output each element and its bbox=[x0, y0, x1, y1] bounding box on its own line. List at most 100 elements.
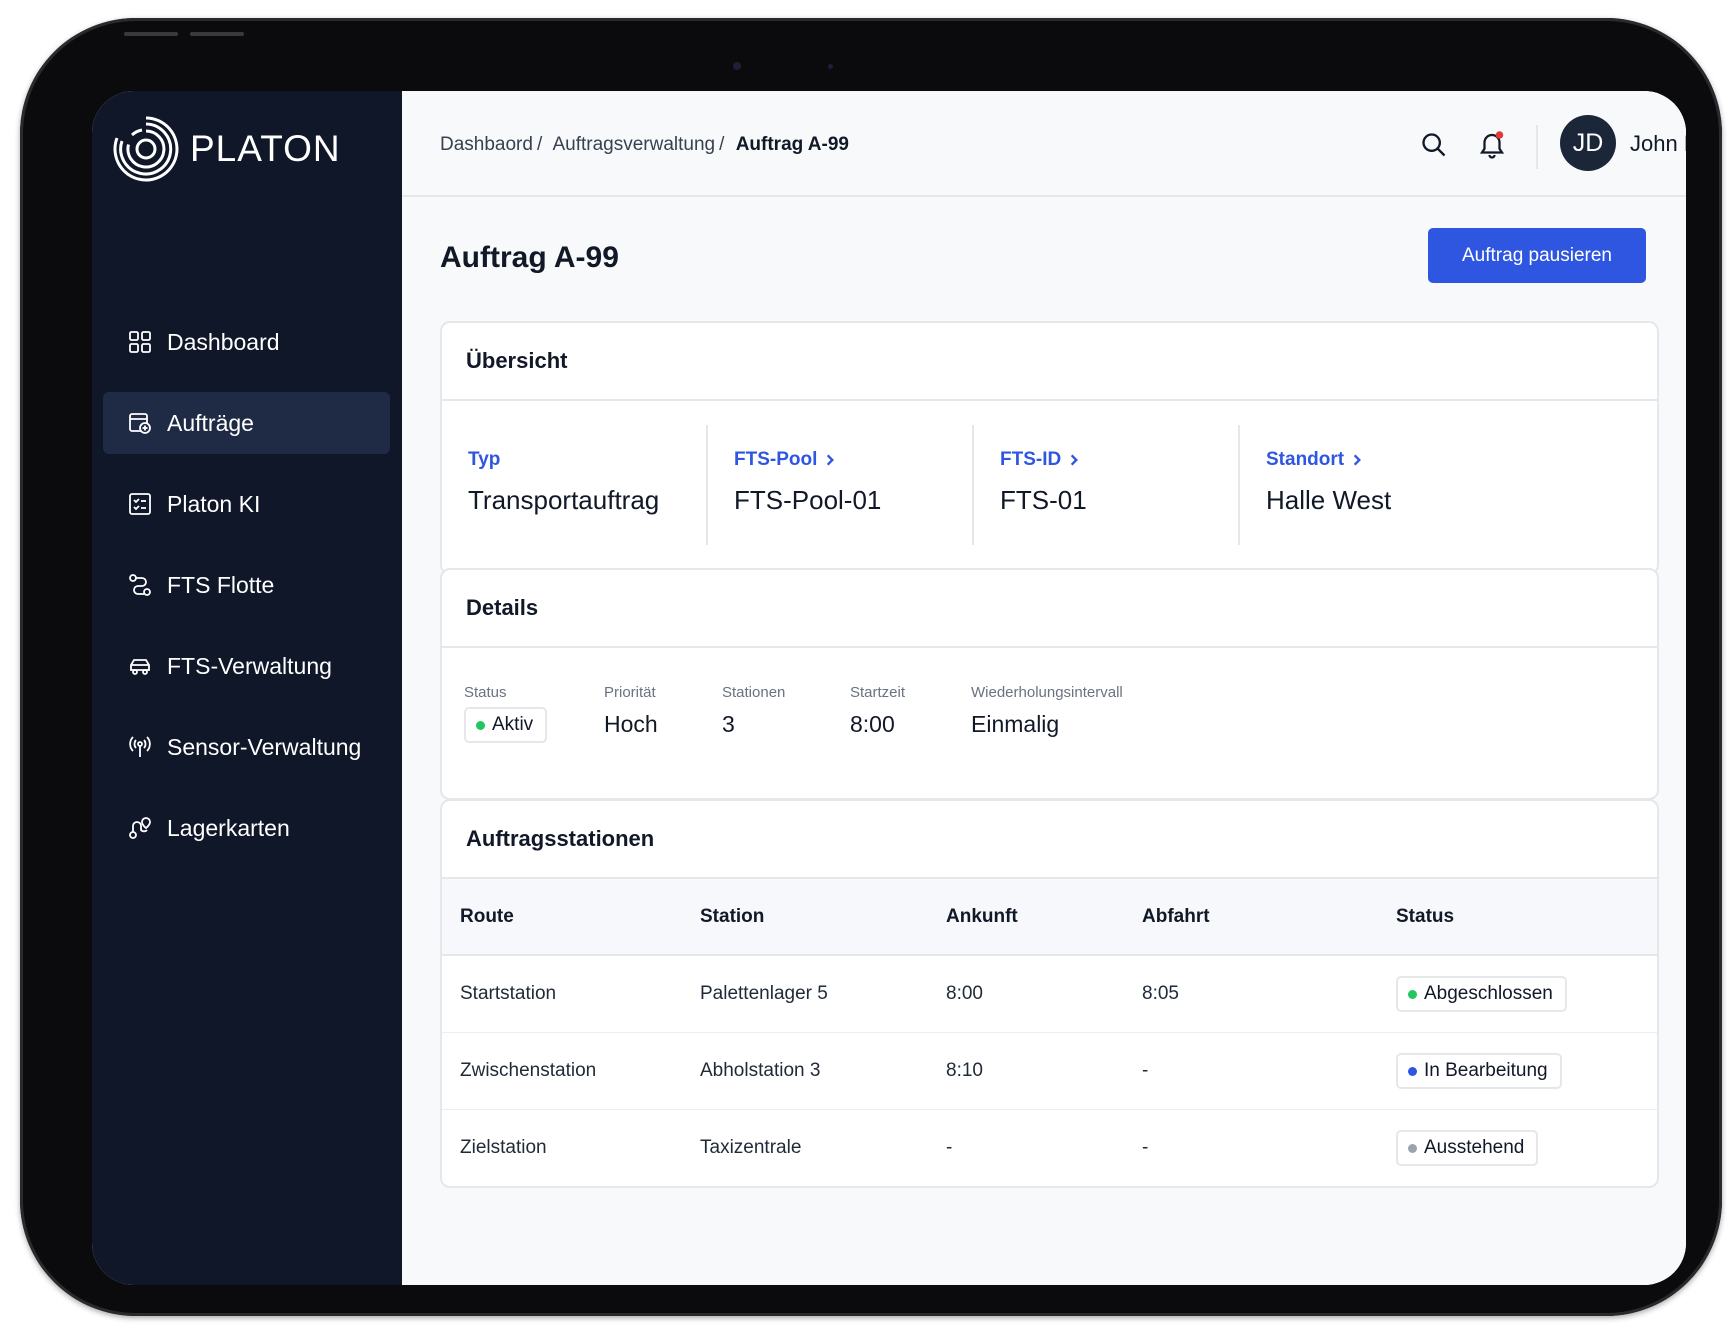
cell-station: Taxizentrale bbox=[700, 1137, 802, 1158]
sidebar-item-label: Dashboard bbox=[167, 328, 280, 355]
cell-station: Abholstation 3 bbox=[700, 1060, 821, 1081]
logo[interactable]: PLATON bbox=[112, 115, 341, 183]
sidebar-item-sensor-verwaltung[interactable]: Sensor-Verwaltung bbox=[103, 716, 390, 778]
sidebar: PLATON Dashboard Aufträge Platon KI FTS … bbox=[92, 91, 402, 1285]
sidebar-item-auftraege[interactable]: Aufträge bbox=[103, 392, 390, 454]
column-header[interactable]: Ankunft bbox=[946, 879, 1142, 955]
field-value: Halle West bbox=[1266, 485, 1392, 515]
camera-icon bbox=[733, 62, 741, 70]
card-title: Auftragsstationen bbox=[442, 801, 1657, 879]
breadcrumb: Dashbaord / Auftragsverwaltung / Auftrag A… bbox=[440, 134, 849, 156]
status-dot bbox=[476, 720, 485, 730]
cell-status: Abgeschlossen bbox=[1396, 955, 1657, 1033]
grid-icon bbox=[127, 329, 153, 355]
notifications-button[interactable] bbox=[1476, 129, 1508, 161]
route-icon bbox=[127, 572, 153, 598]
detail-label: Startzeit bbox=[850, 684, 906, 701]
cell-arrival: 8:10 bbox=[946, 1060, 983, 1081]
detail-label: Wiederholungsintervall bbox=[971, 684, 1123, 701]
search-button[interactable] bbox=[1418, 129, 1450, 161]
breadcrumb-separator: / bbox=[536, 134, 543, 155]
column-header[interactable]: Route bbox=[442, 879, 700, 955]
cell-departure: 8:05 bbox=[1142, 983, 1179, 1004]
chevron-right-icon bbox=[1353, 454, 1362, 466]
device-button bbox=[124, 32, 178, 36]
detail-label: Stationen bbox=[722, 684, 786, 701]
checklist-icon bbox=[127, 491, 153, 517]
sidebar-item-label: FTS Flotte bbox=[167, 571, 275, 598]
table-header-row: Route Station Ankunft Abfahrt Status bbox=[442, 879, 1657, 955]
cell-arrival: 8:00 bbox=[946, 983, 983, 1004]
status-dot bbox=[1408, 1066, 1417, 1076]
detail-value: Einmalig bbox=[971, 711, 1060, 737]
cell-route: Startstation bbox=[460, 983, 557, 1004]
card-title: Übersicht bbox=[442, 323, 1657, 401]
field-value: FTS-Pool-01 bbox=[734, 485, 882, 515]
search-icon bbox=[1422, 133, 1446, 157]
overview-field-fts-id: FTS-ID FTS-01 bbox=[972, 425, 1238, 545]
cell-departure: - bbox=[1142, 1137, 1149, 1158]
sidebar-item-lagerkarten[interactable]: Lagerkarten bbox=[103, 797, 390, 859]
breadcrumb-separator: / bbox=[719, 134, 725, 155]
status-badge: In Bearbeitung bbox=[1396, 1053, 1562, 1089]
table-row[interactable]: Zielstation Taxizentrale - - Ausstehend bbox=[442, 1110, 1657, 1187]
sidebar-item-label: Aufträge bbox=[167, 409, 254, 436]
stations-table: Route Station Ankunft Abfahrt Status Sta… bbox=[442, 879, 1657, 1186]
card-title: Details bbox=[442, 570, 1657, 648]
column-header[interactable]: Status bbox=[1396, 879, 1657, 955]
sidebar-item-label: Lagerkarten bbox=[167, 814, 290, 841]
avatar[interactable]: JD bbox=[1560, 115, 1616, 171]
overview-field-fts-pool: FTS-Pool FTS-Pool-01 bbox=[706, 425, 972, 545]
field-value: Transportauftrag bbox=[468, 485, 660, 515]
sidebar-item-platon-ki[interactable]: Platon KI bbox=[103, 473, 390, 535]
cell-route: Zielstation bbox=[460, 1137, 547, 1158]
detail-wiederholungsintervall: Wiederholungsintervall Einmalig bbox=[971, 684, 1123, 738]
status-badge: Abgeschlossen bbox=[1396, 976, 1567, 1012]
page-title: Auftrag A-99 bbox=[440, 241, 619, 274]
detail-status: Status Aktiv bbox=[464, 684, 548, 743]
user-name[interactable]: John Doe bbox=[1630, 131, 1686, 157]
table-row[interactable]: Zwischenstation Abholstation 3 8:10 - In… bbox=[442, 1033, 1657, 1110]
breadcrumb-item[interactable]: Dashbaord bbox=[440, 134, 533, 155]
orders-icon bbox=[127, 410, 153, 436]
status-badge: Aktiv bbox=[464, 707, 548, 743]
detail-value: 8:00 bbox=[850, 711, 895, 737]
detail-startzeit: Startzeit 8:00 bbox=[850, 684, 905, 738]
column-header[interactable]: Station bbox=[700, 879, 946, 955]
chevron-right-icon bbox=[827, 454, 835, 466]
sidebar-item-fts-verwaltung[interactable]: FTS-Verwaltung bbox=[103, 635, 390, 697]
table-row[interactable]: Startstation Palettenlager 5 8:00 8:05 A… bbox=[442, 955, 1657, 1033]
chevron-right-icon bbox=[1071, 454, 1079, 466]
cell-station: Palettenlager 5 bbox=[700, 983, 828, 1004]
sidebar-item-fts-flotte[interactable]: FTS Flotte bbox=[103, 554, 390, 616]
status-dot bbox=[1408, 989, 1417, 999]
cell-arrival: - bbox=[946, 1137, 953, 1158]
detail-stationen: Stationen 3 bbox=[722, 684, 785, 738]
top-bar: Dashbaord / Auftragsverwaltung / Auftrag A… bbox=[402, 91, 1686, 197]
cell-status: Ausstehend bbox=[1396, 1110, 1657, 1187]
standort-link[interactable]: Standort bbox=[1266, 449, 1364, 471]
logo-text: PLATON bbox=[190, 128, 341, 169]
overview-fields: Typ Transportauftrag FTS-Pool FTS-Pool-0… bbox=[442, 401, 1657, 573]
status-badge: Ausstehend bbox=[1396, 1130, 1539, 1166]
vehicle-icon bbox=[127, 653, 153, 679]
sensor-icon bbox=[127, 734, 153, 760]
cell-departure: - bbox=[1142, 1060, 1149, 1081]
main-content: Dashbaord / Auftragsverwaltung / Auftrag A… bbox=[402, 91, 1686, 1285]
stations-card: Auftragsstationen Route Station Ankunft … bbox=[440, 799, 1659, 1188]
details-card: Details Status Aktiv Priorität Hoch Stat… bbox=[440, 568, 1659, 800]
sidebar-nav: Dashboard Aufträge Platon KI FTS Flotte … bbox=[103, 311, 390, 878]
device-button bbox=[190, 32, 244, 36]
sidebar-item-dashboard[interactable]: Dashboard bbox=[103, 311, 390, 373]
overview-field-standort: Standort Halle West bbox=[1238, 425, 1504, 545]
breadcrumb-item[interactable]: Auftragsverwaltung bbox=[552, 134, 715, 155]
column-header[interactable]: Abfahrt bbox=[1142, 879, 1396, 955]
fts-id-link[interactable]: FTS-ID bbox=[1000, 449, 1081, 471]
pause-order-button[interactable]: Auftrag pausieren bbox=[1428, 228, 1646, 283]
breadcrumb-current: Auftrag A-99 bbox=[735, 134, 849, 155]
field-value: FTS-01 bbox=[1000, 485, 1087, 515]
fts-pool-link[interactable]: FTS-Pool bbox=[734, 449, 837, 471]
cell-status: In Bearbeitung bbox=[1396, 1033, 1657, 1110]
detail-prioritaet: Priorität Hoch bbox=[604, 684, 658, 738]
sidebar-item-label: Sensor-Verwaltung bbox=[167, 733, 362, 760]
